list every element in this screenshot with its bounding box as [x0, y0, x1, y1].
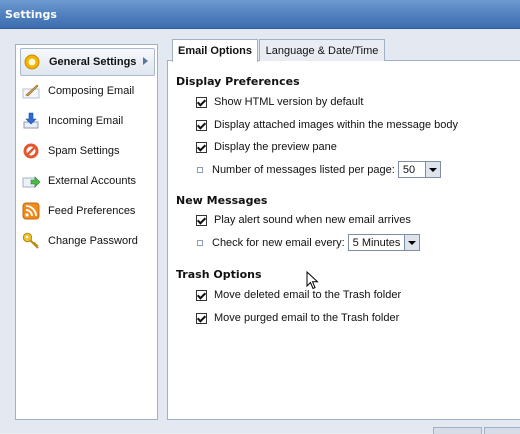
- pencil-icon: [22, 82, 40, 100]
- option-label: Display attached images within the messa…: [214, 119, 458, 131]
- sidebar-item-incoming-email[interactable]: Incoming Email: [20, 108, 153, 134]
- move-purged-checkbox[interactable]: [196, 312, 207, 324]
- tab-language-date-time[interactable]: Language & Date/Time: [259, 39, 385, 61]
- sidebar-item-composing-email[interactable]: Composing Email: [20, 78, 153, 104]
- sidebar-item-label: Change Password: [48, 235, 138, 247]
- download-arrow-icon: [22, 112, 40, 130]
- check-interval-select[interactable]: 5 Minutes: [347, 234, 420, 251]
- section-title-new-messages: New Messages: [176, 194, 268, 207]
- window-title: Settings: [5, 8, 57, 21]
- sidebar-item-label: Feed Preferences: [48, 205, 136, 217]
- sidebar-item-label: Spam Settings: [48, 145, 120, 157]
- external-accounts-icon: [22, 172, 41, 190]
- check-every-option: Check for new email every: 5 Minutes: [197, 234, 420, 251]
- sidebar-item-general-settings[interactable]: General Settings: [20, 48, 155, 76]
- bullet-icon: [197, 166, 203, 173]
- option-label: Display the preview pane: [214, 141, 337, 153]
- option-label: Number of messages listed per page:: [212, 163, 395, 176]
- display-images-checkbox[interactable]: [196, 119, 207, 131]
- preview-pane-option: Display the preview pane: [196, 141, 337, 153]
- settings-sidebar: General Settings Composing Email Incomin…: [15, 44, 158, 420]
- chevron-down-icon[interactable]: [403, 235, 419, 250]
- title-bar: Settings: [0, 0, 520, 29]
- messages-per-page-select[interactable]: 50: [397, 161, 441, 178]
- move-deleted-option: Move deleted email to the Trash folder: [196, 289, 401, 301]
- gear-icon: [23, 53, 41, 71]
- show-html-checkbox[interactable]: [196, 96, 207, 108]
- option-label: Move purged email to the Trash folder: [214, 312, 400, 324]
- chevron-down-icon[interactable]: [424, 162, 440, 177]
- option-label: Show HTML version by default: [214, 96, 364, 108]
- alert-sound-option: Play alert sound when new email arrives: [196, 214, 411, 226]
- sidebar-item-change-password[interactable]: Change Password: [20, 228, 153, 254]
- block-icon: [22, 142, 40, 160]
- section-title-display-preferences: Display Preferences: [176, 75, 300, 88]
- key-icon: [22, 232, 40, 250]
- alert-sound-checkbox[interactable]: [196, 214, 207, 226]
- tab-label: Email Options: [178, 45, 252, 57]
- sidebar-item-label: Composing Email: [48, 85, 135, 97]
- display-images-option: Display attached images within the messa…: [196, 119, 458, 131]
- option-label: Check for new email every:: [212, 236, 345, 249]
- move-deleted-checkbox[interactable]: [196, 289, 207, 301]
- mouse-cursor-icon: [306, 271, 319, 290]
- sidebar-item-spam-settings[interactable]: Spam Settings: [20, 138, 153, 164]
- messages-per-page-option: Number of messages listed per page: 50: [197, 161, 441, 178]
- sidebar-item-external-accounts[interactable]: External Accounts: [20, 168, 153, 194]
- section-title-trash-options: Trash Options: [176, 268, 262, 281]
- sidebar-item-label: Incoming Email: [48, 115, 124, 127]
- sidebar-item-feed-preferences[interactable]: Feed Preferences: [20, 198, 153, 224]
- sidebar-item-label: External Accounts: [48, 175, 137, 187]
- bullet-icon: [197, 239, 203, 246]
- rss-feed-icon: [22, 202, 40, 220]
- show-html-option: Show HTML version by default: [196, 96, 363, 108]
- tab-email-options[interactable]: Email Options: [172, 39, 258, 62]
- tab-label: Language & Date/Time: [265, 44, 379, 57]
- move-purged-option: Move purged email to the Trash folder: [196, 312, 399, 324]
- preview-pane-checkbox[interactable]: [196, 141, 207, 153]
- sidebar-item-label: General Settings: [49, 56, 137, 68]
- option-label: Play alert sound when new email arrives: [214, 214, 411, 226]
- chevron-right-icon: [143, 57, 148, 65]
